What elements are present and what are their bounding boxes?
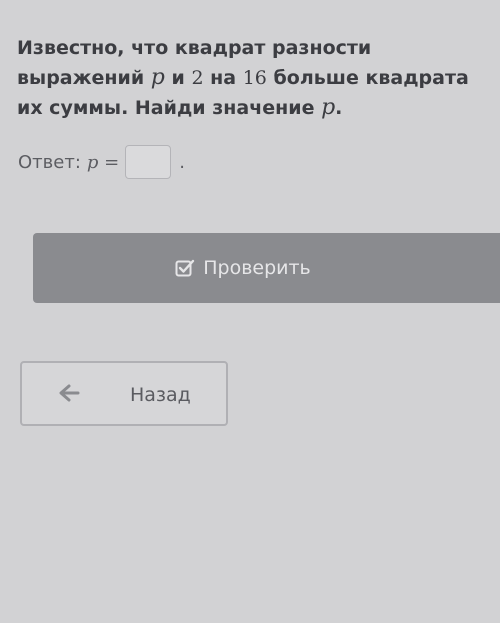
task-text: Известно, что квадрат разности выражений… bbox=[17, 34, 497, 123]
back-button[interactable]: Назад bbox=[20, 361, 228, 426]
task-text-part: и bbox=[164, 67, 192, 89]
number-2: 2 bbox=[191, 67, 204, 89]
task-text-part: . bbox=[335, 97, 343, 119]
task-text-part: на bbox=[203, 67, 243, 89]
variable-p: p bbox=[321, 95, 336, 120]
arrow-left-icon bbox=[58, 383, 80, 407]
check-button-label: Проверить bbox=[203, 257, 311, 279]
answer-label: Ответ: bbox=[18, 151, 81, 173]
variable-p: p bbox=[150, 65, 165, 90]
answer-trailing-dot: . bbox=[179, 151, 185, 173]
answer-row: Ответ: p = . bbox=[18, 144, 185, 180]
number-16: 16 bbox=[242, 67, 267, 89]
check-button[interactable]: Проверить bbox=[33, 233, 500, 303]
answer-expression: p = bbox=[86, 151, 120, 173]
back-button-label: Назад bbox=[130, 384, 191, 406]
answer-input[interactable] bbox=[125, 145, 172, 179]
checkbox-icon bbox=[175, 258, 195, 278]
